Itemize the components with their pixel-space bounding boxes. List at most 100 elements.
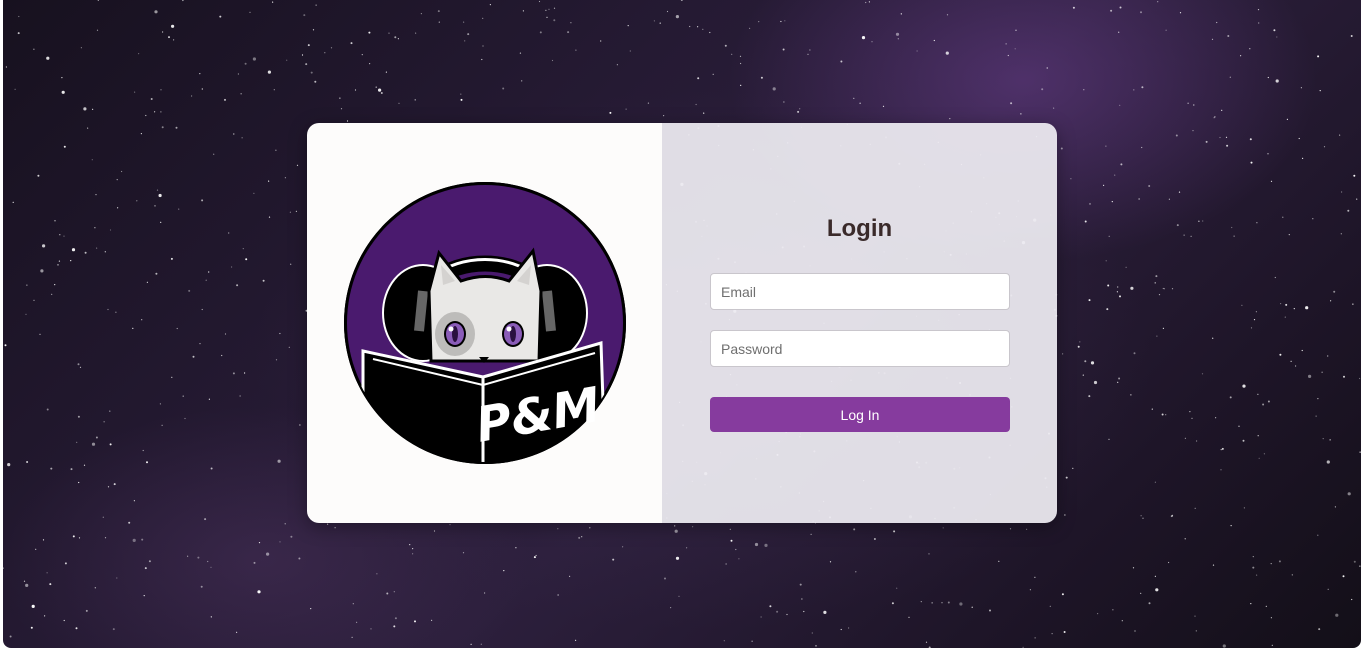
star — [891, 602, 894, 605]
star — [1088, 299, 1091, 302]
star — [1111, 201, 1113, 203]
star — [1079, 341, 1081, 343]
star — [1090, 361, 1095, 365]
star — [815, 645, 817, 647]
star — [17, 32, 20, 35]
star — [1242, 384, 1246, 388]
star — [553, 7, 556, 9]
star — [1041, 88, 1044, 91]
star — [503, 570, 505, 572]
star — [1194, 507, 1196, 509]
star — [236, 284, 239, 287]
star — [267, 70, 271, 74]
star — [236, 631, 238, 633]
star — [84, 251, 87, 254]
star — [1070, 178, 1072, 180]
star — [244, 62, 247, 65]
star — [1257, 9, 1260, 11]
star — [386, 592, 389, 595]
star — [244, 372, 246, 374]
star — [1130, 394, 1132, 396]
star — [80, 47, 82, 49]
star — [116, 577, 118, 579]
star — [1063, 631, 1066, 633]
star — [627, 25, 629, 27]
star — [1270, 617, 1272, 619]
star — [1084, 220, 1087, 223]
star — [1154, 575, 1156, 577]
star — [629, 50, 631, 52]
star — [1295, 365, 1297, 367]
star — [95, 194, 97, 196]
star — [702, 28, 704, 30]
password-field[interactable] — [710, 330, 1010, 367]
cat-reading-book-logo-icon: P&M — [343, 182, 626, 464]
star — [1062, 353, 1064, 355]
star — [1342, 575, 1345, 578]
star — [154, 10, 158, 14]
star — [173, 39, 175, 41]
star — [581, 536, 583, 538]
star — [1221, 447, 1224, 450]
star — [1334, 506, 1336, 508]
star — [334, 527, 336, 529]
star — [1262, 403, 1265, 406]
star — [1060, 147, 1063, 150]
star — [1267, 400, 1270, 403]
star — [242, 248, 244, 250]
star — [63, 619, 65, 622]
star — [1183, 234, 1185, 236]
email-field[interactable] — [710, 273, 1010, 310]
star — [678, 595, 680, 597]
star — [240, 93, 242, 95]
star — [87, 127, 89, 129]
star — [257, 590, 261, 594]
star — [1205, 140, 1208, 143]
star — [161, 424, 163, 426]
star — [740, 62, 742, 65]
star — [1112, 609, 1114, 611]
star — [310, 71, 313, 74]
star — [1007, 54, 1009, 57]
star — [725, 563, 727, 565]
star — [533, 556, 536, 559]
star — [116, 179, 118, 181]
star — [378, 88, 382, 92]
star — [1293, 308, 1295, 310]
star — [184, 417, 186, 420]
star — [942, 527, 944, 529]
star — [545, 9, 547, 11]
star — [653, 20, 656, 22]
star — [1196, 440, 1198, 442]
star — [199, 73, 201, 75]
star — [44, 615, 46, 617]
star — [749, 27, 751, 29]
star — [1134, 630, 1136, 632]
star — [782, 48, 785, 51]
star — [1321, 371, 1323, 373]
star — [3, 567, 4, 569]
star — [502, 87, 505, 90]
star — [1359, 377, 1361, 380]
star — [95, 436, 98, 439]
star — [340, 108, 343, 110]
star — [1340, 233, 1342, 235]
star — [1352, 303, 1354, 305]
star — [279, 541, 281, 543]
star — [464, 40, 466, 42]
star — [920, 601, 922, 603]
star — [689, 25, 691, 28]
star — [64, 562, 67, 565]
star — [1077, 345, 1080, 348]
star — [803, 610, 805, 613]
star — [121, 170, 123, 173]
star — [102, 516, 104, 518]
star — [1227, 35, 1230, 37]
star — [233, 133, 235, 135]
star — [1191, 417, 1193, 419]
star — [1267, 153, 1269, 155]
star — [1256, 222, 1258, 224]
login-button[interactable]: Log In — [710, 397, 1010, 432]
star — [412, 548, 414, 550]
star — [1140, 515, 1142, 517]
